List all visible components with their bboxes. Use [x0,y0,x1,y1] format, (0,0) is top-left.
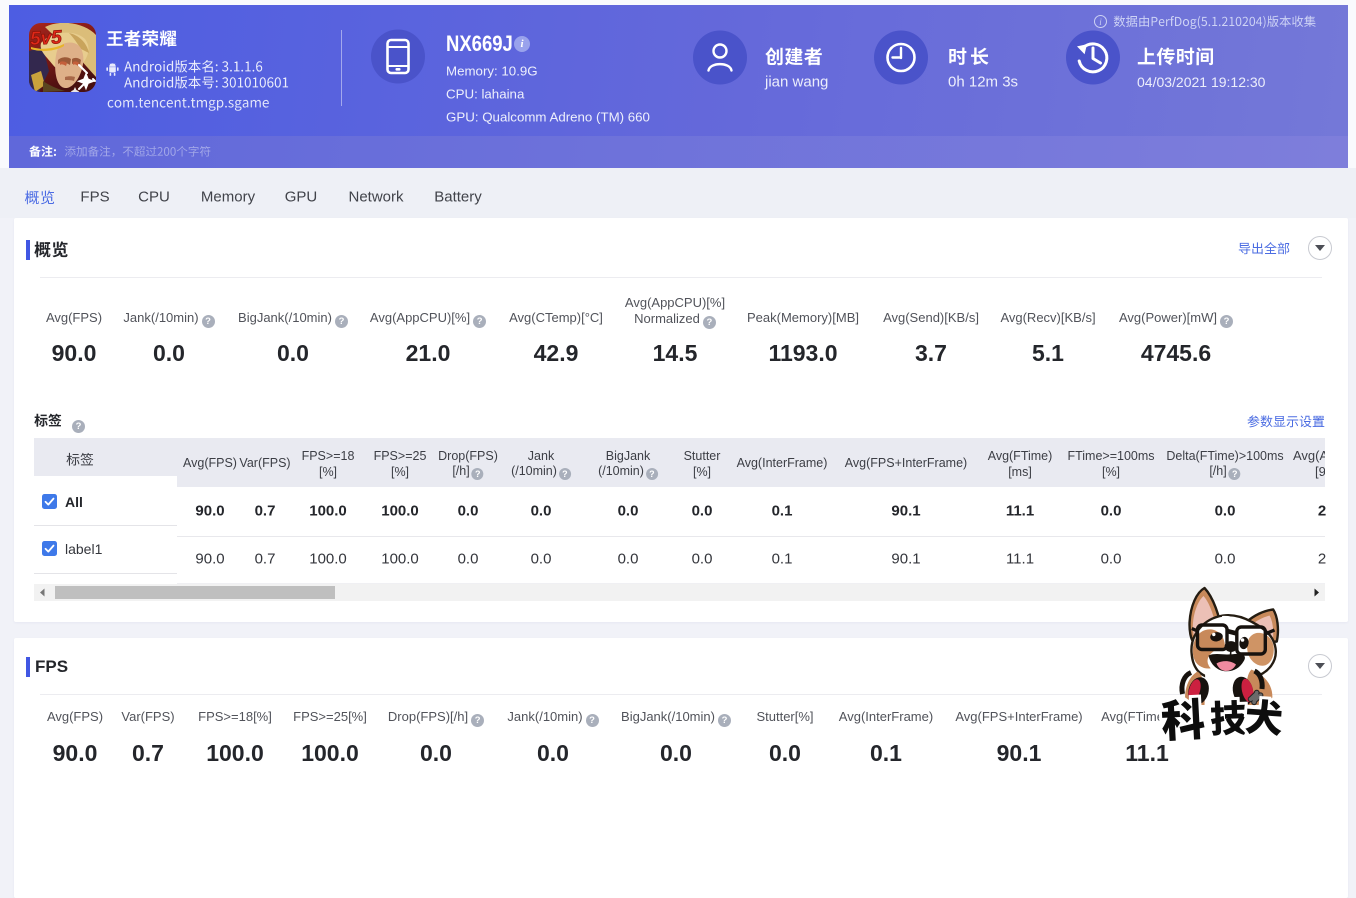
svg-text:5v5: 5v5 [30,27,63,50]
